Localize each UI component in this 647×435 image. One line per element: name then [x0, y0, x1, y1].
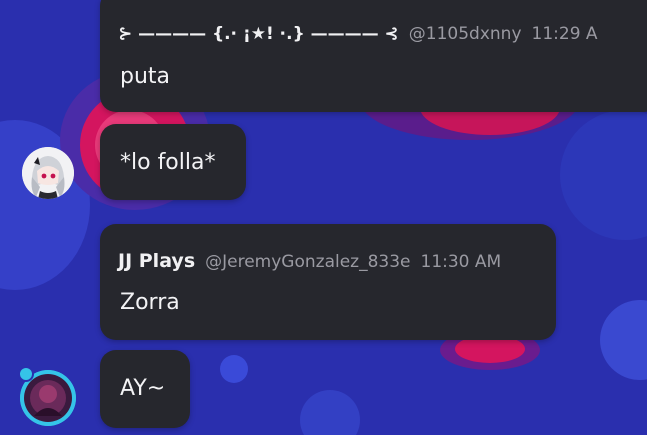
message-text: Zorra	[120, 290, 180, 315]
author-handle: @JeremyGonzalez_833e	[205, 252, 411, 272]
message-bubble[interactable]: AY~	[100, 350, 190, 428]
message-timestamp: 11:29 A	[531, 24, 598, 44]
message-timestamp: 11:30 AM	[420, 252, 502, 272]
avatar-status-icon	[18, 366, 34, 382]
author-handle: @1105dxnny	[408, 24, 522, 44]
author-name[interactable]: ⊱ ———— {.⋅ ¡★! ⋅.} ———— ⊰	[118, 24, 399, 44]
user-avatar[interactable]	[22, 147, 74, 199]
anime-avatar-icon	[22, 147, 74, 199]
message-header: ⊱ ———— {.⋅ ¡★! ⋅.} ———— ⊰ @1105dxnny 11:…	[118, 24, 598, 44]
author-name[interactable]: JJ Plays	[118, 250, 195, 272]
message-bubble[interactable]: *lo folla*	[100, 124, 246, 200]
message-text: AY~	[120, 376, 166, 401]
message-text: puta	[120, 64, 171, 89]
message-text: *lo folla*	[120, 150, 216, 175]
message-header: JJ Plays @JeremyGonzalez_833e 11:30 AM	[118, 250, 501, 272]
message-bubble[interactable]: JJ Plays @JeremyGonzalez_833e 11:30 AM Z…	[100, 224, 556, 340]
message-bubble[interactable]: ⊱ ———— {.⋅ ¡★! ⋅.} ———— ⊰ @1105dxnny 11:…	[100, 0, 647, 112]
